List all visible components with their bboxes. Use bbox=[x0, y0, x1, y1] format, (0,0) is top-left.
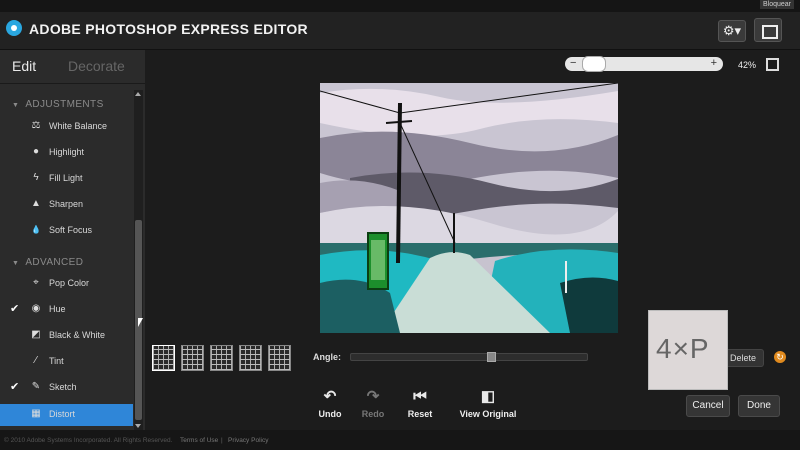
undo-label: Undo bbox=[318, 409, 342, 419]
photo-illustration bbox=[320, 83, 618, 333]
tool-label: Black & White bbox=[49, 330, 106, 340]
check-icon: ✔ bbox=[10, 303, 20, 315]
zoom-slider[interactable]: − + bbox=[565, 56, 723, 72]
watermark-logo: 4×P bbox=[648, 310, 728, 390]
reset-icon: ⏮ bbox=[413, 388, 427, 405]
distort-preset-2[interactable] bbox=[181, 345, 204, 371]
tool-label: White Balance bbox=[49, 121, 108, 131]
watermark-text: 4×P bbox=[656, 333, 710, 364]
half-square-icon: ◩ bbox=[31, 329, 41, 340]
zoom-in-icon[interactable]: + bbox=[711, 57, 717, 69]
angle-label: Angle: bbox=[313, 352, 341, 362]
zoom-slider-thumb[interactable] bbox=[582, 56, 606, 72]
tab-edit[interactable]: Edit bbox=[12, 58, 36, 74]
distort-preset-4[interactable] bbox=[239, 345, 262, 371]
undo-button[interactable]: ↶ Undo bbox=[311, 388, 349, 419]
collapse-triangle-icon: ▼ bbox=[12, 260, 20, 267]
tools-sidebar: Edit Decorate ▼ ADJUSTMENTS ⚖ White Balan… bbox=[0, 50, 145, 430]
scale-icon: ⚖ bbox=[31, 120, 41, 131]
app-logo-icon bbox=[6, 20, 22, 36]
bloquear-link[interactable]: Bloquear bbox=[759, 0, 794, 9]
fit-screen-button[interactable] bbox=[754, 18, 782, 42]
angle-slider-thumb[interactable] bbox=[487, 352, 496, 362]
tool-label: Distort bbox=[49, 409, 76, 419]
distort-preset-1[interactable] bbox=[152, 345, 175, 371]
triangle-icon: ▲ bbox=[31, 198, 41, 209]
bulb-icon: ● bbox=[32, 146, 40, 157]
sidebar-scrollbar[interactable] bbox=[134, 90, 143, 430]
tool-label: Hue bbox=[49, 304, 66, 314]
compare-icon: ◧ bbox=[480, 388, 496, 405]
tool-sketch[interactable]: ✔ ✎ Sketch bbox=[0, 377, 133, 399]
footer-separator: | bbox=[221, 437, 223, 444]
reset-label: Reset bbox=[407, 409, 433, 419]
scroll-down-icon[interactable] bbox=[135, 424, 141, 428]
lightning-icon: ϟ bbox=[33, 172, 39, 183]
drop-icon: 💧 bbox=[31, 225, 41, 234]
app-header: Bloquear ADOBE PHOTOSHOP EXPRESS EDITOR … bbox=[0, 0, 800, 50]
tool-label: Sketch bbox=[49, 382, 77, 392]
tool-pop-color[interactable]: ⌖ Pop Color bbox=[0, 273, 133, 295]
pipette-icon: ⁄ bbox=[35, 355, 37, 366]
section-adjustments[interactable]: ▼ ADJUSTMENTS bbox=[12, 99, 104, 110]
distort-preset-5[interactable] bbox=[268, 345, 291, 371]
edited-photo[interactable] bbox=[320, 83, 618, 333]
scroll-up-icon[interactable] bbox=[135, 92, 141, 96]
zoom-out-icon[interactable]: − bbox=[570, 57, 576, 69]
tool-distort[interactable]: ▦ Distort bbox=[0, 404, 133, 426]
redo-button[interactable]: ↷ Redo bbox=[355, 388, 391, 419]
revert-icon[interactable]: ↻ bbox=[774, 351, 786, 363]
fullscreen-icon[interactable] bbox=[766, 58, 779, 71]
reset-button[interactable]: ⏮ Reset bbox=[402, 388, 438, 419]
redo-label: Redo bbox=[361, 409, 385, 419]
tool-tint[interactable]: ⁄ Tint bbox=[0, 351, 133, 373]
tool-soft-focus[interactable]: 💧 Soft Focus bbox=[0, 220, 133, 242]
undo-icon: ↶ bbox=[323, 388, 337, 405]
done-button[interactable]: Done bbox=[738, 395, 780, 417]
tool-label: Soft Focus bbox=[49, 225, 93, 235]
crosshair-icon: ⌖ bbox=[33, 277, 39, 288]
pencil-icon: ✎ bbox=[31, 381, 41, 392]
tool-sharpen[interactable]: ▲ Sharpen bbox=[0, 194, 133, 216]
tool-white-balance[interactable]: ⚖ White Balance bbox=[0, 116, 133, 138]
palette-icon: ◉ bbox=[31, 303, 41, 314]
section-advanced[interactable]: ▼ ADVANCED bbox=[12, 257, 83, 268]
view-original-button[interactable]: ◧ View Original bbox=[453, 388, 523, 419]
gear-icon: ⚙▾ bbox=[722, 23, 742, 38]
view-original-label: View Original bbox=[459, 409, 517, 419]
privacy-link[interactable]: Privacy Policy bbox=[228, 437, 268, 444]
tool-label: Tint bbox=[49, 356, 64, 366]
tab-decorate[interactable]: Decorate bbox=[68, 58, 125, 74]
check-icon: ✔ bbox=[10, 381, 20, 393]
tool-highlight[interactable]: ● Highlight bbox=[0, 142, 133, 164]
tool-fill-light[interactable]: ϟ Fill Light bbox=[0, 168, 133, 190]
tool-label: Highlight bbox=[49, 147, 85, 157]
angle-slider[interactable] bbox=[350, 352, 588, 362]
delete-button[interactable]: Delete bbox=[722, 349, 764, 367]
tool-label: Fill Light bbox=[49, 173, 83, 183]
terms-link[interactable]: Terms of Use bbox=[180, 437, 218, 444]
redo-icon: ↷ bbox=[366, 388, 380, 405]
footer: © 2010 Adobe Systems Incorporated. All R… bbox=[0, 430, 800, 450]
mode-tabs: Edit Decorate bbox=[0, 50, 145, 84]
zoom-level: 42% bbox=[738, 60, 757, 70]
settings-gear-button[interactable]: ⚙▾ bbox=[718, 20, 746, 42]
app-title: ADOBE PHOTOSHOP EXPRESS EDITOR bbox=[29, 21, 308, 37]
tool-black-white[interactable]: ◩ Black & White bbox=[0, 325, 133, 347]
tool-label: Pop Color bbox=[49, 278, 90, 288]
grid-icon: ▦ bbox=[31, 408, 41, 419]
canvas-area: − + 42% bbox=[145, 50, 800, 335]
tool-label: Sharpen bbox=[49, 199, 84, 209]
collapse-triangle-icon: ▼ bbox=[12, 102, 20, 109]
cancel-button[interactable]: Cancel bbox=[686, 395, 730, 417]
copyright-text: © 2010 Adobe Systems Incorporated. All R… bbox=[4, 437, 173, 444]
distort-preset-3[interactable] bbox=[210, 345, 233, 371]
tool-hue[interactable]: ✔ ◉ Hue bbox=[0, 299, 133, 321]
mouse-cursor-icon bbox=[138, 318, 143, 327]
browser-top-strip: Bloquear bbox=[0, 0, 800, 12]
